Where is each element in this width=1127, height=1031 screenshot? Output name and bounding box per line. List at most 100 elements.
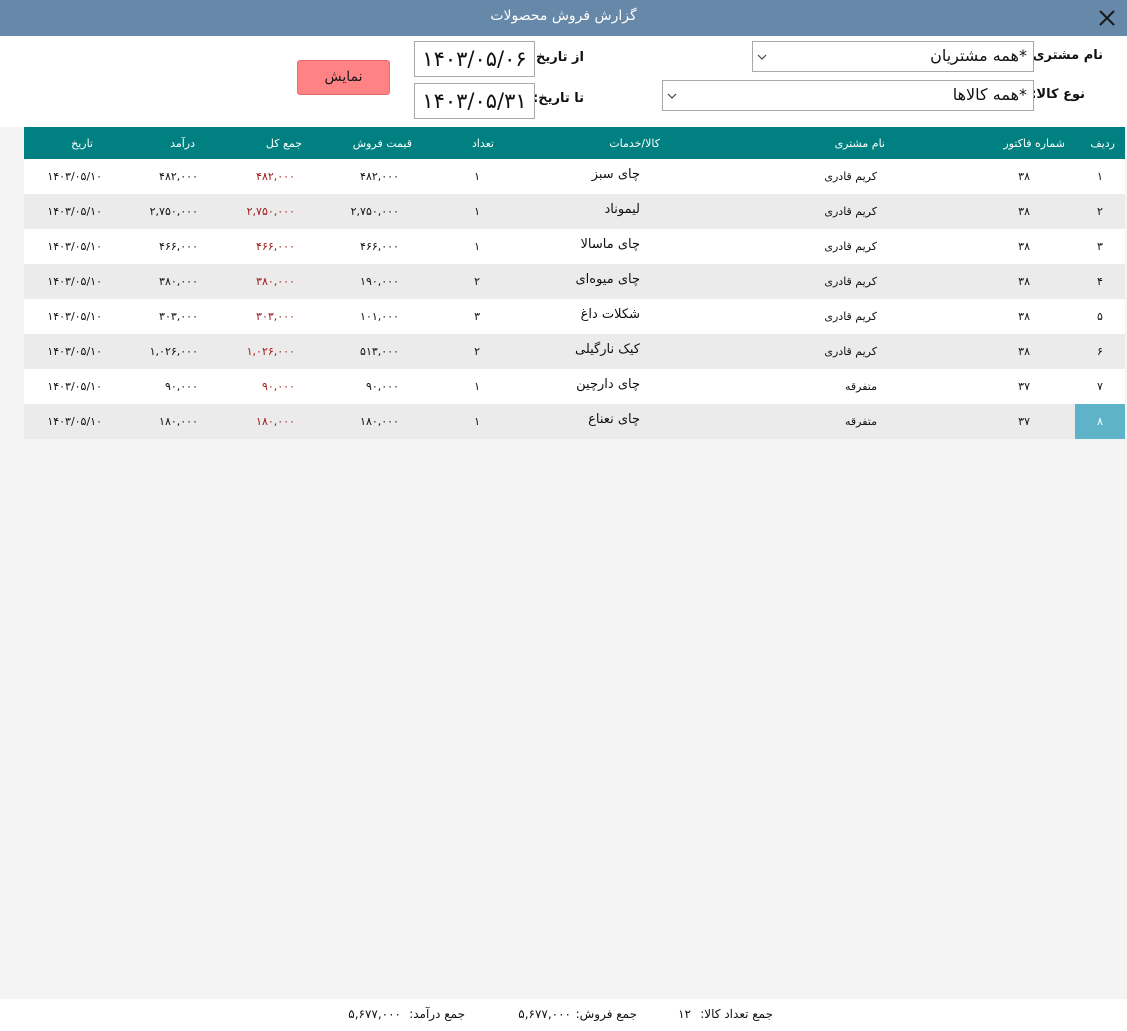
table-row[interactable]: ۲ ۳۸ کریم قادری لیموناد ۱ ۲,۷۵۰,۰۰۰ ۲,۷۵۰,۰۰۰ ۲… (24, 194, 1125, 229)
cell-row-number: ۴ (1097, 275, 1103, 288)
cell-price: ۲,۷۵۰,۰۰۰ (350, 205, 399, 218)
cell-qty: ۱ (474, 170, 480, 183)
close-button[interactable] (1093, 4, 1121, 32)
sales-table: ردیف شماره فاکتور نام مشتری کالا/خدمات ت… (24, 127, 1125, 439)
cell-qty: ۱ (474, 240, 480, 253)
chevron-down-icon (757, 54, 767, 60)
cell-invoice: ۳۷ (1018, 380, 1030, 393)
column-header-total[interactable]: جمع کل (266, 137, 302, 150)
cell-row-number: ۳ (1097, 240, 1103, 253)
show-button[interactable]: نمایش (297, 60, 390, 95)
table-row[interactable]: ۴ ۳۸ کریم قادری چای میوه‌ای ۲ ۱۹۰,۰۰۰ ۳۸۰,۰۰۰ ۳… (24, 264, 1125, 299)
cell-price: ۱۹۰,۰۰۰ (360, 275, 399, 288)
total-income-value: ۵,۶۷۷,۰۰۰ (348, 1007, 401, 1021)
cell-qty: ۱ (474, 415, 480, 428)
cell-customer: متفرقه (844, 415, 877, 428)
column-header-row[interactable]: ردیف (1090, 137, 1115, 150)
cell-qty: ۲ (474, 275, 480, 288)
cell-customer: متفرقه (844, 380, 877, 393)
cell-date: ۱۴۰۳/۰۵/۱۰ (47, 380, 102, 393)
cell-total: ۳۸۰,۰۰۰ (256, 275, 295, 288)
cell-customer: کریم قادری (824, 345, 877, 358)
table-row[interactable]: ۳ ۳۸ کریم قادری چای ماسالا ۱ ۴۶۶,۰۰۰ ۴۶۶,۰۰۰ ۴۶… (24, 229, 1125, 264)
table-body: ۱ ۳۸ کریم قادری چای سبز ۱ ۴۸۲,۰۰۰ ۴۸۲,۰۰۰ ۴۸۲,۰… (24, 159, 1125, 439)
cell-row-number: ۸ (1075, 404, 1125, 439)
cell-customer: کریم قادری (824, 240, 877, 253)
cell-price: ۹۰,۰۰۰ (365, 380, 399, 393)
column-header-price[interactable]: قیمت فروش (353, 137, 412, 150)
cell-qty: ۳ (474, 310, 480, 323)
close-icon (1099, 10, 1115, 26)
table-row[interactable]: ۶ ۳۸ کریم قادری کیک نارگیلی ۲ ۵۱۳,۰۰۰ ۱,۰۲۶,۰۰… (24, 334, 1125, 369)
to-date-label: تا تاریخ: (533, 91, 584, 106)
totals-footer: جمع تعداد کالا: ۱۲ جمع فروش: ۵,۶۷۷,۰۰۰ ج… (0, 999, 1127, 1031)
cell-income: ۴۶۶,۰۰۰ (159, 240, 198, 253)
cell-income: ۳۸۰,۰۰۰ (159, 275, 198, 288)
cell-date: ۱۴۰۳/۰۵/۱۰ (47, 310, 102, 323)
cell-invoice: ۳۸ (1018, 275, 1030, 288)
cell-income: ۴۸۲,۰۰۰ (159, 170, 198, 183)
cell-price: ۴۸۲,۰۰۰ (360, 170, 399, 183)
cell-date: ۱۴۰۳/۰۵/۱۰ (47, 240, 102, 253)
cell-product: چای سبز (591, 167, 640, 182)
cell-qty: ۲ (474, 345, 480, 358)
cell-date: ۱۴۰۳/۰۵/۱۰ (47, 275, 102, 288)
column-header-income[interactable]: درآمد (170, 137, 195, 150)
column-header-invoice[interactable]: شماره فاکتور (1003, 137, 1065, 150)
cell-row-number: ۲ (1097, 205, 1103, 218)
cell-product: شکلات داغ (580, 307, 640, 322)
cell-price: ۱۰۱,۰۰۰ (360, 310, 399, 323)
total-sales-label: جمع فروش: (575, 1007, 637, 1021)
cell-product: چای میوه‌ای (575, 272, 640, 287)
cell-total: ۱۸۰,۰۰۰ (256, 415, 295, 428)
table-row[interactable]: ۵ ۳۸ کریم قادری شکلات داغ ۳ ۱۰۱,۰۰۰ ۳۰۳,۰۰۰ ۳۰۳… (24, 299, 1125, 334)
product-type-select[interactable]: *همه کالاها (662, 80, 1034, 111)
column-header-qty[interactable]: تعداد (472, 137, 494, 150)
cell-date: ۱۴۰۳/۰۵/۱۰ (47, 170, 102, 183)
table-row[interactable]: ۸ ۳۷ متفرقه چای نعناع ۱ ۱۸۰,۰۰۰ ۱۸۰,۰۰۰ ۱۸۰,۰۰۰… (24, 404, 1125, 439)
cell-qty: ۱ (474, 380, 480, 393)
total-sales-value: ۵,۶۷۷,۰۰۰ (518, 1007, 571, 1021)
cell-customer: کریم قادری (824, 310, 877, 323)
cell-row-number: ۷ (1097, 380, 1103, 393)
cell-date: ۱۴۰۳/۰۵/۱۰ (47, 345, 102, 358)
cell-product: چای دارچین (576, 377, 640, 392)
cell-row-number: ۵ (1097, 310, 1103, 323)
chevron-down-icon (667, 93, 677, 99)
to-date-field[interactable]: ۱۴۰۳/۰۵/۳۱ (414, 83, 535, 119)
table-header: ردیف شماره فاکتور نام مشتری کالا/خدمات ت… (24, 127, 1125, 159)
cell-total: ۴۶۶,۰۰۰ (256, 240, 295, 253)
window-title: گزارش فروش محصولات (490, 8, 637, 24)
customer-select[interactable]: *همه مشتریان (752, 41, 1034, 72)
cell-total: ۱,۰۲۶,۰۰۰ (246, 345, 295, 358)
cell-total: ۲,۷۵۰,۰۰۰ (246, 205, 295, 218)
cell-date: ۱۴۰۳/۰۵/۱۰ (47, 415, 102, 428)
cell-product: کیک نارگیلی (575, 342, 640, 357)
cell-invoice: ۳۸ (1018, 345, 1030, 358)
total-qty-label: جمع تعداد کالا: (700, 1007, 773, 1021)
column-header-product[interactable]: کالا/خدمات (609, 137, 660, 150)
filter-panel: نام مشتری: *همه مشتریان نوع کالا: *همه ک… (0, 36, 1127, 127)
table-row[interactable]: ۱ ۳۸ کریم قادری چای سبز ۱ ۴۸۲,۰۰۰ ۴۸۲,۰۰۰ ۴۸۲,۰… (24, 159, 1125, 194)
column-header-date[interactable]: تاریخ (71, 137, 93, 150)
from-date-field[interactable]: ۱۴۰۳/۰۵/۰۶ (414, 41, 535, 77)
cell-income: ۳۰۳,۰۰۰ (159, 310, 198, 323)
total-income-label: جمع درآمد: (409, 1007, 465, 1021)
cell-total: ۳۰۳,۰۰۰ (256, 310, 295, 323)
cell-invoice: ۳۸ (1018, 205, 1030, 218)
cell-product: لیموناد (604, 202, 640, 217)
cell-product: چای ماسالا (580, 237, 641, 252)
total-qty-value: ۱۲ (678, 1007, 691, 1021)
cell-invoice: ۳۸ (1018, 310, 1030, 323)
table-row[interactable]: ۷ ۳۷ متفرقه چای دارچین ۱ ۹۰,۰۰۰ ۹۰,۰۰۰ ۹۰,۰۰۰ ۱۴… (24, 369, 1125, 404)
from-date-label: از تاریخ: (530, 50, 584, 65)
cell-price: ۵۱۳,۰۰۰ (360, 345, 399, 358)
product-type-label: نوع کالا: (1031, 87, 1085, 102)
cell-income: ۱,۰۲۶,۰۰۰ (149, 345, 198, 358)
customer-select-value: *همه مشتریان (930, 46, 1027, 65)
column-header-customer[interactable]: نام مشتری (835, 137, 885, 150)
cell-price: ۱۸۰,۰۰۰ (360, 415, 399, 428)
customer-label: نام مشتری: (1027, 48, 1103, 63)
cell-product: چای نعناع (588, 412, 640, 427)
cell-invoice: ۳۸ (1018, 240, 1030, 253)
